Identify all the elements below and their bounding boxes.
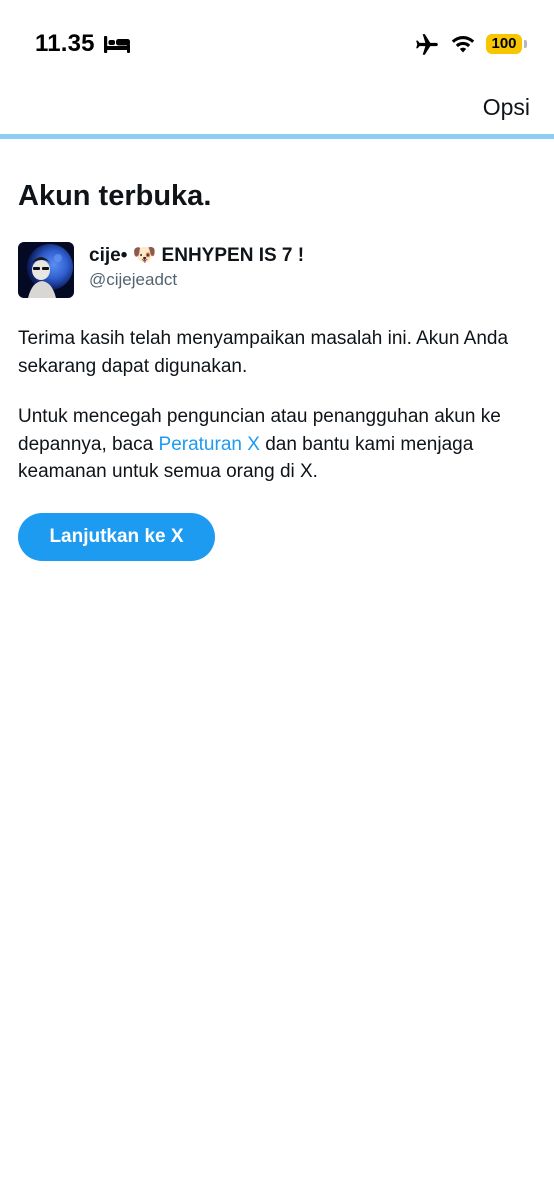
progress-fill — [0, 134, 554, 139]
user-display-name: cije• 🐶 ENHYPEN IS 7 ! — [89, 245, 305, 266]
airplane-icon — [416, 34, 438, 55]
page-title: Akun terbuka. — [18, 180, 212, 212]
avatar-image — [18, 242, 74, 298]
avatar — [18, 242, 74, 298]
options-button[interactable]: Opsi — [483, 94, 530, 121]
message-paragraph-2: Untuk mencegah penguncian atau penangguh… — [18, 403, 538, 486]
message-paragraph-1: Terima kasih telah menyampaikan masalah … — [18, 328, 509, 377]
top-nav: Opsi — [0, 84, 554, 134]
wifi-icon — [451, 36, 475, 53]
bed-icon — [104, 36, 130, 53]
battery-indicator: 100 — [486, 34, 522, 54]
status-time: 11.35 — [35, 30, 95, 57]
battery-tip — [524, 40, 527, 48]
progress-bar — [0, 134, 554, 139]
status-bar: 11.35 100 — [0, 0, 554, 84]
rules-link[interactable]: Peraturan X — [159, 434, 260, 455]
continue-to-x-button[interactable]: Lanjutkan ke X — [18, 513, 215, 561]
user-handle: @cijejeadct — [89, 270, 178, 289]
